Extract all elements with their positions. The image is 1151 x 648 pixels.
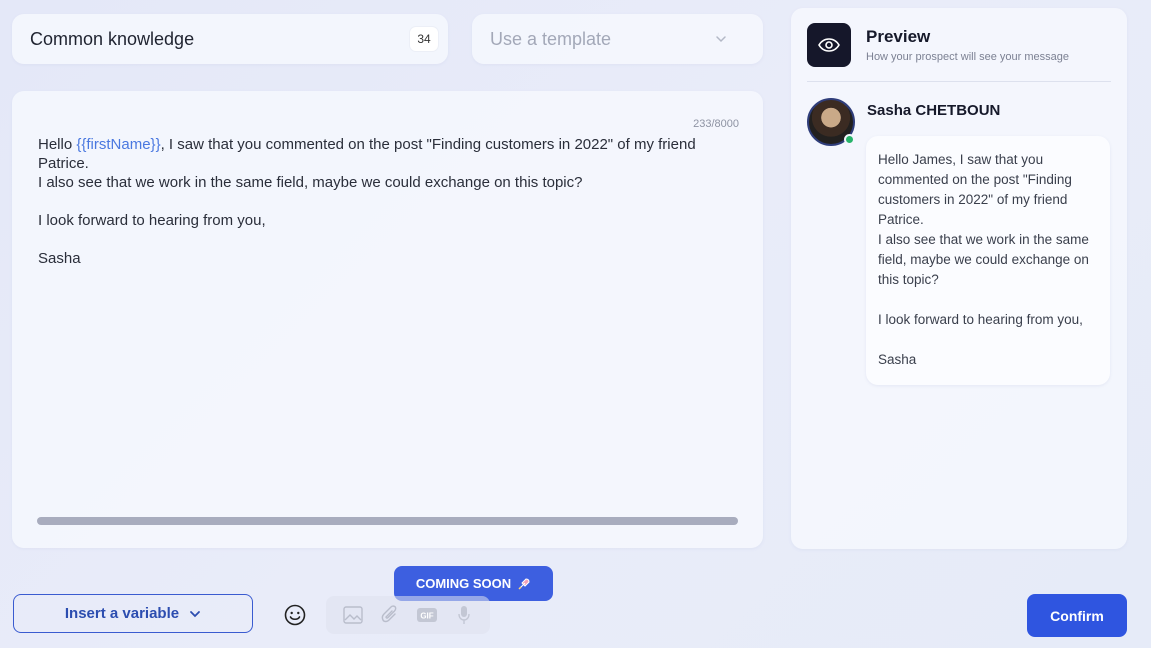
chevron-down-icon bbox=[190, 610, 201, 617]
message-editor[interactable]: 233/8000 Hello {{firstName}}, I saw that… bbox=[12, 91, 763, 548]
template-select-placeholder: Use a template bbox=[490, 28, 612, 49]
attachment-icon bbox=[379, 604, 401, 626]
online-status-dot bbox=[844, 134, 855, 145]
message-signature: Sasha bbox=[38, 250, 81, 267]
preview-panel: Preview How your prospect will see your … bbox=[791, 8, 1127, 549]
template-select[interactable]: Use a template bbox=[472, 14, 763, 64]
microphone-icon bbox=[453, 604, 475, 626]
avatar bbox=[807, 98, 855, 146]
bubble-paragraph-3: I look forward to hearing from you, bbox=[878, 312, 1083, 327]
chevron-down-icon bbox=[716, 36, 726, 43]
message-preview-bubble: Hello James, I saw that you commented on… bbox=[866, 136, 1110, 385]
rocket-icon bbox=[518, 577, 530, 590]
horizontal-scrollbar[interactable] bbox=[37, 517, 738, 525]
media-toolbar: GIF bbox=[326, 596, 490, 634]
bubble-paragraph-1: Hello James, I saw that you commented on… bbox=[878, 152, 1072, 227]
emoji-icon[interactable] bbox=[283, 603, 307, 627]
bubble-paragraph-2: I also see that we work in the same fiel… bbox=[878, 232, 1089, 287]
message-line-3: I look forward to hearing from you, bbox=[38, 212, 266, 229]
sequence-name-value[interactable]: Common knowledge bbox=[30, 29, 194, 50]
count-badge: 34 bbox=[410, 27, 438, 51]
message-line-1: Hello {{firstName}}, I saw that you comm… bbox=[38, 136, 696, 172]
insert-variable-button[interactable]: Insert a variable bbox=[13, 594, 253, 633]
message-line-2: I also see that we work in the same fiel… bbox=[38, 174, 583, 191]
prospect-name: Sasha CHETBOUN bbox=[867, 101, 1001, 119]
image-icon bbox=[342, 604, 364, 626]
preview-title: Preview bbox=[866, 27, 931, 46]
bubble-signature: Sasha bbox=[878, 352, 917, 367]
variable-token[interactable]: {{firstName}} bbox=[76, 136, 160, 153]
preview-header: Preview How your prospect will see your … bbox=[807, 23, 1111, 82]
preview-subtitle: How your prospect will see your message bbox=[866, 51, 1069, 63]
character-count: 233/8000 bbox=[693, 118, 739, 130]
message-textarea[interactable]: Hello {{firstName}}, I saw that you comm… bbox=[38, 135, 738, 268]
gif-icon: GIF bbox=[416, 604, 438, 626]
confirm-button[interactable]: Confirm bbox=[1027, 594, 1127, 637]
sequence-name-field[interactable]: Common knowledge 34 bbox=[12, 14, 448, 64]
svg-text:GIF: GIF bbox=[420, 612, 433, 621]
eye-icon bbox=[807, 23, 851, 67]
